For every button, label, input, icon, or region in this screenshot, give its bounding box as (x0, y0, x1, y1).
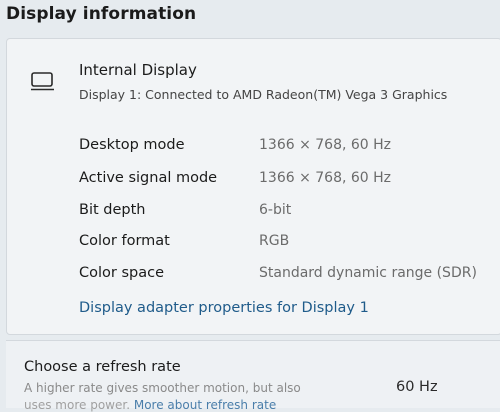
property-row-bit-depth: Bit depth 6-bit (79, 202, 499, 224)
page-title: Display information (6, 4, 197, 24)
display-adapter-properties-link[interactable]: Display adapter properties for Display 1 (79, 300, 369, 316)
display-name: Internal Display (79, 61, 197, 79)
property-value: 6-bit (259, 202, 292, 218)
refresh-rate-more-link[interactable]: More about refresh rate (134, 398, 276, 412)
property-value: 1366 × 768, 60 Hz (259, 170, 392, 186)
property-label: Color format (79, 233, 170, 249)
property-row-color-space: Color space Standard dynamic range (SDR) (79, 265, 499, 287)
refresh-rate-card: Choose a refresh rate A higher rate give… (6, 340, 500, 412)
monitor-icon (31, 72, 54, 91)
property-label: Color space (79, 265, 165, 281)
refresh-rate-description-line2: uses more power. More about refresh rate (24, 398, 276, 412)
property-row-color-format: Color format RGB (79, 233, 499, 255)
property-label: Active signal mode (79, 170, 218, 186)
refresh-rate-title: Choose a refresh rate (24, 359, 181, 375)
property-value: Standard dynamic range (SDR) (259, 265, 477, 281)
property-row-active-signal-mode: Active signal mode 1366 × 768, 60 Hz (79, 170, 499, 192)
property-value: RGB (259, 233, 290, 249)
refresh-rate-description: A higher rate gives smoother motion, but… (24, 381, 301, 395)
property-label: Bit depth (79, 202, 146, 218)
property-label: Desktop mode (79, 137, 185, 153)
display-connection: Display 1: Connected to AMD Radeon(TM) V… (79, 87, 448, 102)
property-row-desktop-mode: Desktop mode 1366 × 768, 60 Hz (79, 137, 499, 159)
refresh-rate-dropdown[interactable]: 60 Hz (396, 379, 438, 395)
refresh-rate-description-text: uses more power. (24, 398, 131, 412)
display-info-card: Internal Display Display 1: Connected to… (6, 38, 500, 335)
property-value: 1366 × 768, 60 Hz (259, 137, 392, 153)
